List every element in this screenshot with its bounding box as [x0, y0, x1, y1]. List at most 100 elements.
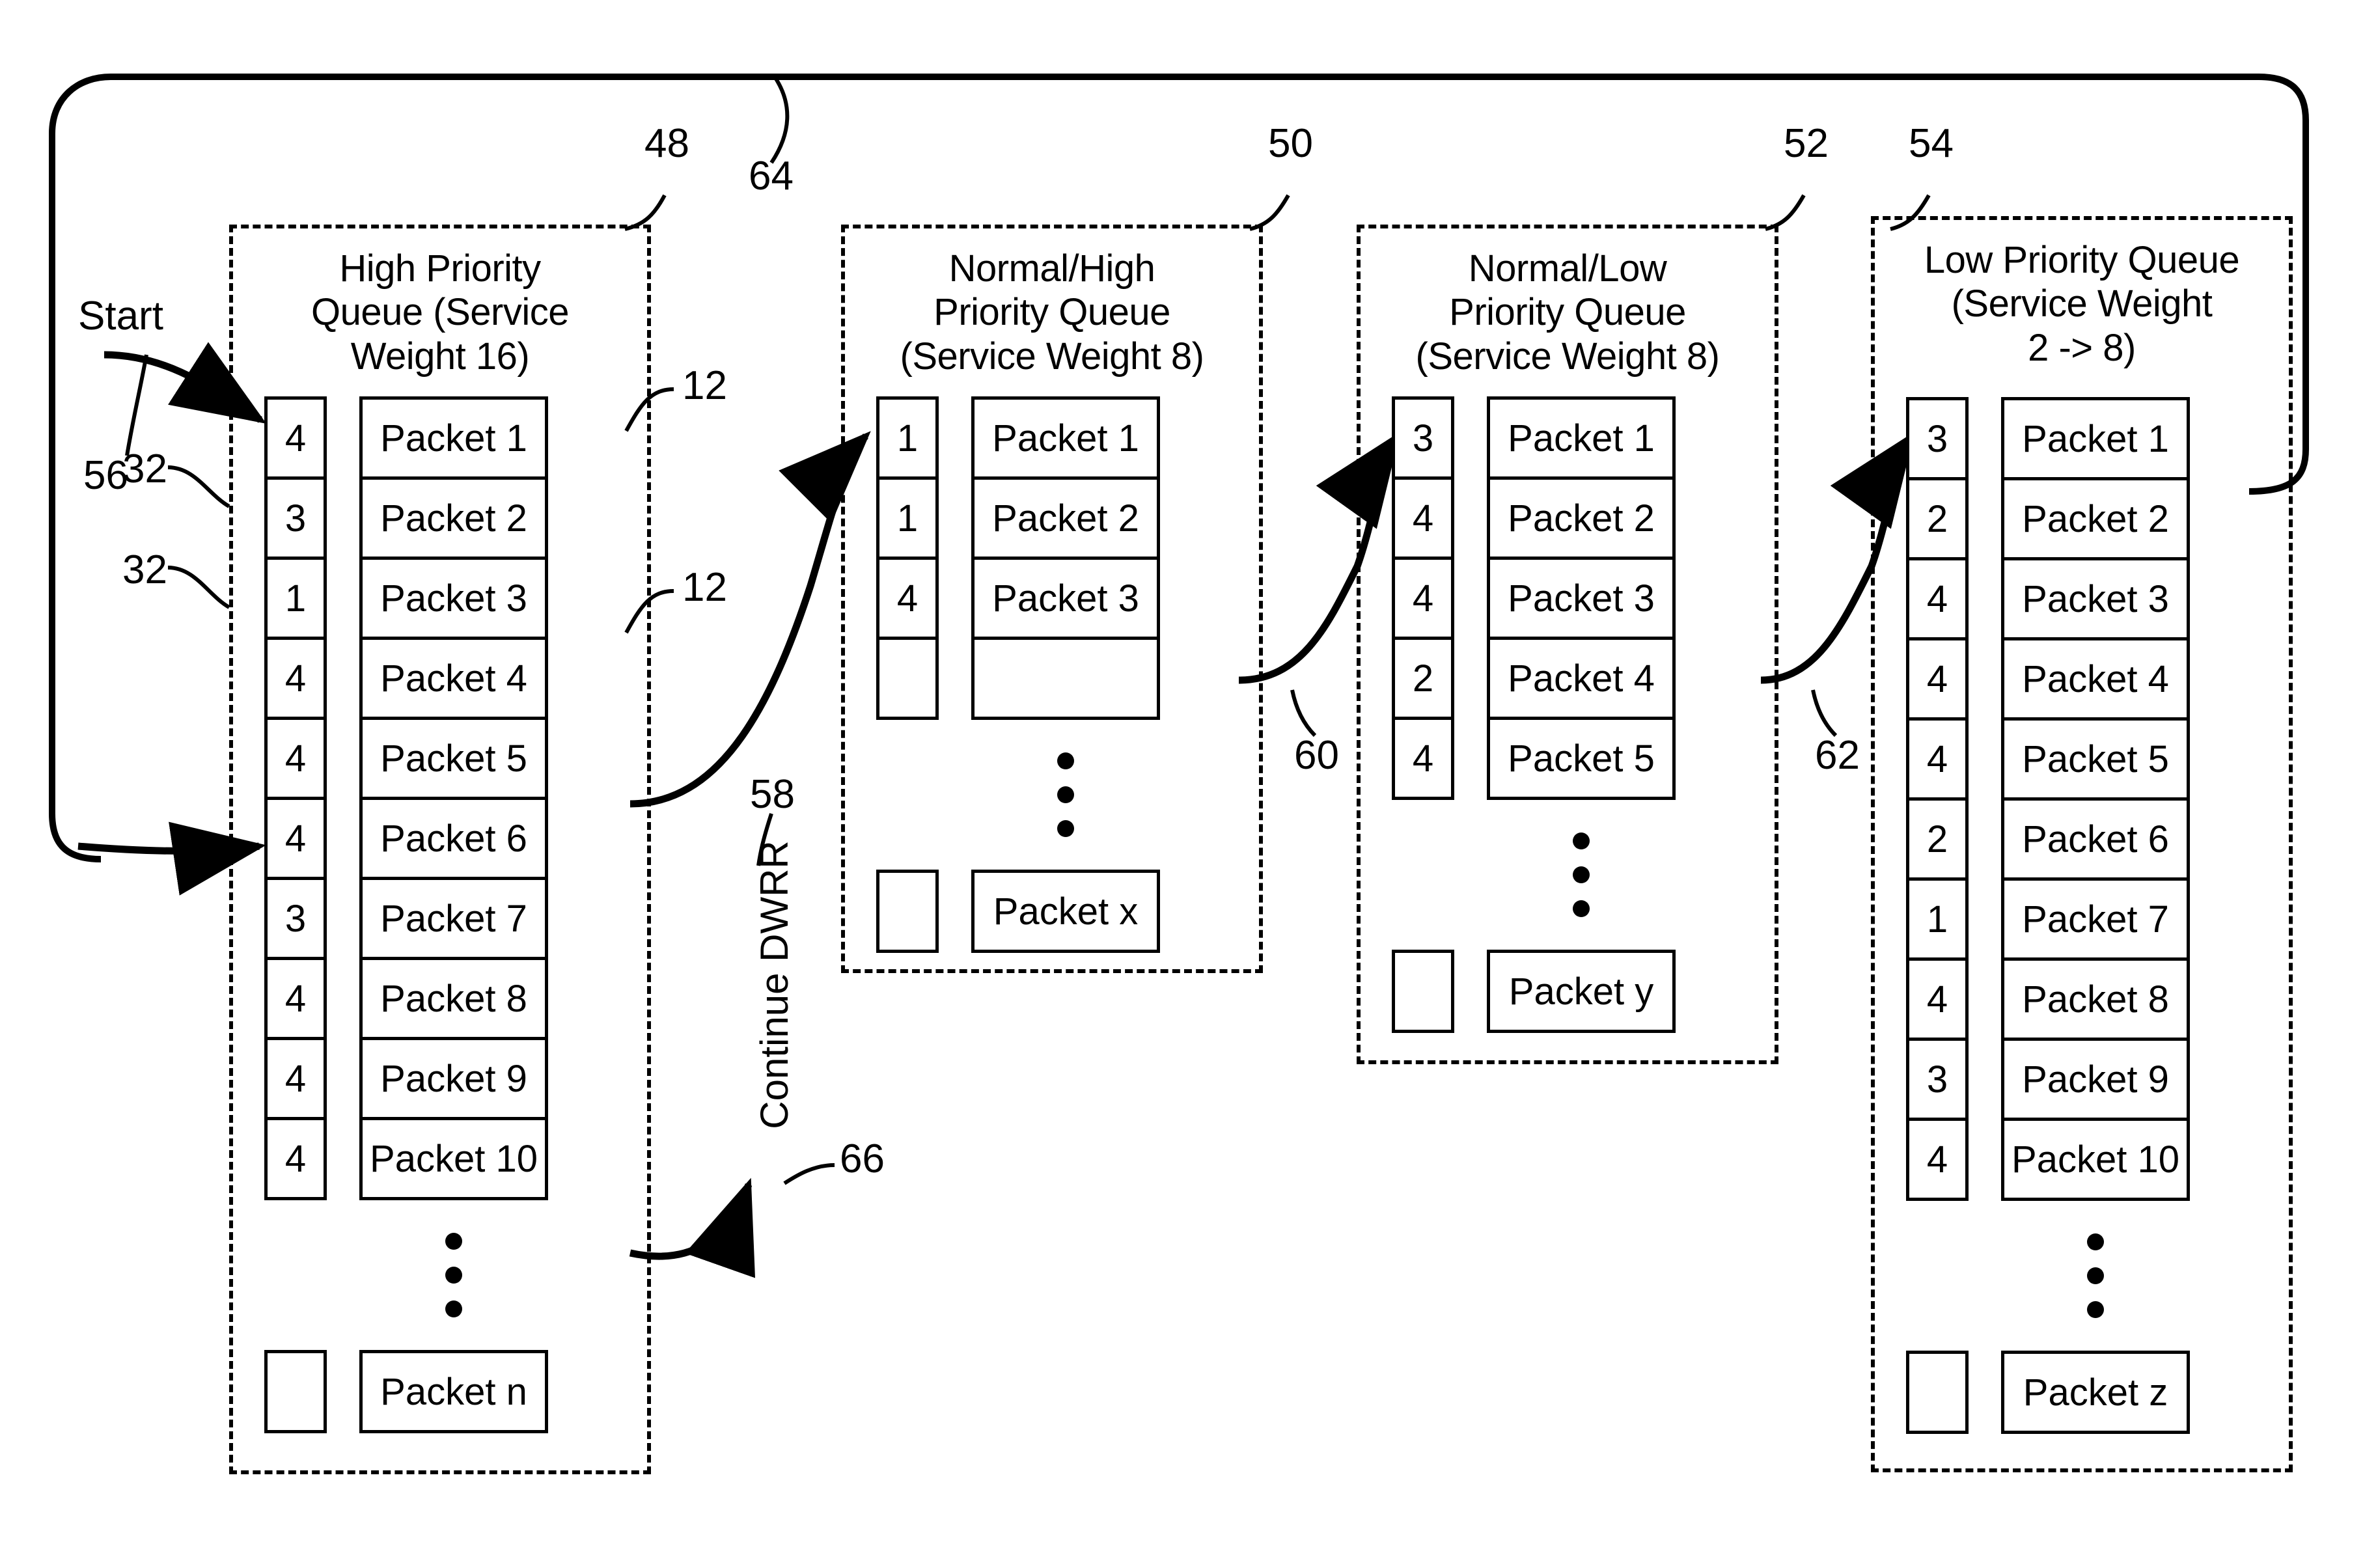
packet-column-normal-high-priority: Packet 1 Packet 2 Packet 3 Packet x: [971, 396, 1160, 953]
credit-column-gap: [1906, 1201, 1969, 1351]
ref-32-a: 32: [122, 447, 167, 491]
packet-cell: Packet 5: [1487, 717, 1676, 800]
packet-cell: Packet 3: [1487, 557, 1676, 640]
credit-cell: 4: [876, 557, 939, 640]
packet-cell: Packet 10: [359, 1117, 548, 1200]
credit-cell-tail: [876, 870, 939, 953]
credit-column-gap: [1392, 800, 1454, 950]
ref-50: 50: [1268, 121, 1313, 166]
queue-title-normal-high-priority: Normal/High Priority Queue (Service Weig…: [845, 247, 1259, 378]
credit-cell-tail: [1906, 1351, 1969, 1434]
packet-cell: Packet 4: [2001, 637, 2190, 721]
credit-cell-tail: [264, 1350, 327, 1433]
credit-cell: 1: [1906, 877, 1969, 961]
packet-cell: Packet 3: [2001, 557, 2190, 640]
packet-cell: Packet 5: [2001, 717, 2190, 801]
credit-cell: 4: [1392, 476, 1454, 560]
queue-title-line: Normal/High: [948, 247, 1155, 290]
credit-cell: 4: [264, 957, 327, 1040]
credit-cell: 4: [264, 396, 327, 480]
queue-low-priority: Low Priority Queue (Service Weight 2 -> …: [1871, 216, 2293, 1472]
packet-cell: Packet 4: [359, 637, 548, 720]
ref-48: 48: [644, 121, 689, 166]
packet-cell: Packet 8: [2001, 957, 2190, 1041]
packet-cell: Packet 9: [359, 1037, 548, 1120]
credit-cell: 3: [264, 476, 327, 560]
queue-title-line: High Priority: [339, 247, 541, 290]
credit-column-low-priority: 3 2 4 4 4 2 1 4 3 4: [1906, 397, 1969, 1434]
credit-cell: 4: [264, 717, 327, 800]
credit-cell: 4: [264, 797, 327, 880]
packet-cell: Packet 7: [2001, 877, 2190, 961]
packet-cell: Packet 1: [2001, 397, 2190, 480]
credit-cell: 3: [1392, 396, 1454, 480]
ref-54: 54: [1909, 121, 1954, 166]
packet-cell-tail: Packet z: [2001, 1351, 2190, 1434]
queue-title-line: Priority Queue: [1449, 291, 1686, 334]
credit-cell: 3: [264, 877, 327, 960]
ellipsis-icon: [971, 720, 1160, 870]
credit-cell: 4: [1906, 637, 1969, 721]
packet-cell: Packet 3: [971, 557, 1160, 640]
queue-title-line: 2 -> 8): [2028, 326, 2136, 369]
packet-column-low-priority: Packet 1 Packet 2 Packet 3 Packet 4 Pack…: [2001, 397, 2190, 1434]
ellipsis-icon: [359, 1200, 548, 1350]
packet-cell: Packet 6: [2001, 797, 2190, 881]
packet-cell-tail: Packet n: [359, 1350, 548, 1433]
packet-cell: Packet 8: [359, 957, 548, 1040]
ref-64: 64: [749, 154, 794, 199]
ref-52: 52: [1784, 121, 1829, 166]
queue-title-line: Priority Queue: [933, 291, 1170, 334]
packet-cell: Packet 4: [1487, 637, 1676, 720]
ref-12-b: 12: [682, 565, 727, 610]
credit-cell: 3: [1906, 397, 1969, 480]
queue-title-line: (Service Weight 8): [1415, 335, 1720, 378]
queue-title-low-priority: Low Priority Queue (Service Weight 2 -> …: [1875, 238, 2289, 370]
queue-normal-high-priority: Normal/High Priority Queue (Service Weig…: [841, 225, 1263, 973]
packet-cell: Packet 6: [359, 797, 548, 880]
packet-cell: [971, 637, 1160, 720]
credit-cell: 4: [1392, 717, 1454, 800]
packet-column-normal-low-priority: Packet 1 Packet 2 Packet 3 Packet 4 Pack…: [1487, 396, 1676, 1033]
queue-high-priority: High Priority Queue (Service Weight 16) …: [229, 225, 651, 1474]
credit-cell: 4: [264, 1117, 327, 1200]
ellipsis-icon: [2001, 1201, 2190, 1351]
queue-title-line: Queue (Service: [311, 291, 569, 334]
ref-58: 58: [750, 772, 795, 817]
credit-cell: 1: [876, 476, 939, 560]
credit-cell: 2: [1906, 477, 1969, 560]
credit-cell: 2: [1392, 637, 1454, 720]
packet-cell: Packet 2: [1487, 476, 1676, 560]
queue-normal-low-priority: Normal/Low Priority Queue (Service Weigh…: [1357, 225, 1778, 1064]
credit-cell: 4: [1906, 557, 1969, 640]
credit-column-gap: [876, 720, 939, 870]
credit-cell: 4: [1906, 1118, 1969, 1201]
packet-cell: Packet 3: [359, 557, 548, 640]
queue-title-line: (Service Weight: [1951, 282, 2213, 325]
packet-cell: Packet 9: [2001, 1038, 2190, 1121]
credit-cell: 1: [264, 557, 327, 640]
queue-title-high-priority: High Priority Queue (Service Weight 16): [233, 247, 647, 378]
packet-cell: Packet 1: [1487, 396, 1676, 480]
ref-12-a: 12: [682, 363, 727, 408]
queue-title-line: (Service Weight 8): [900, 335, 1204, 378]
credit-column-high-priority: 4 3 1 4 4 4 3 4 4 4: [264, 396, 327, 1433]
ref-66: 66: [840, 1136, 885, 1181]
packet-cell: Packet 10: [2001, 1118, 2190, 1201]
credit-cell-tail: [1392, 950, 1454, 1033]
packet-cell: Packet 1: [359, 396, 548, 480]
queue-title-line: Normal/Low: [1468, 247, 1667, 290]
ellipsis-icon: [1487, 800, 1676, 950]
credit-column-normal-high-priority: 1 1 4: [876, 396, 939, 953]
queue-title-normal-low-priority: Normal/Low Priority Queue (Service Weigh…: [1361, 247, 1775, 378]
ref-62: 62: [1815, 733, 1860, 778]
credit-column-normal-low-priority: 3 4 4 2 4: [1392, 396, 1454, 1033]
credit-cell: 4: [1906, 957, 1969, 1041]
packet-cell: Packet 7: [359, 877, 548, 960]
credit-column-gap: [264, 1200, 327, 1350]
packet-cell: Packet 2: [359, 476, 548, 560]
packet-cell-tail: Packet y: [1487, 950, 1676, 1033]
credit-cell: 4: [1906, 717, 1969, 801]
credit-cell: [876, 637, 939, 720]
ref-56: 56: [83, 453, 128, 498]
